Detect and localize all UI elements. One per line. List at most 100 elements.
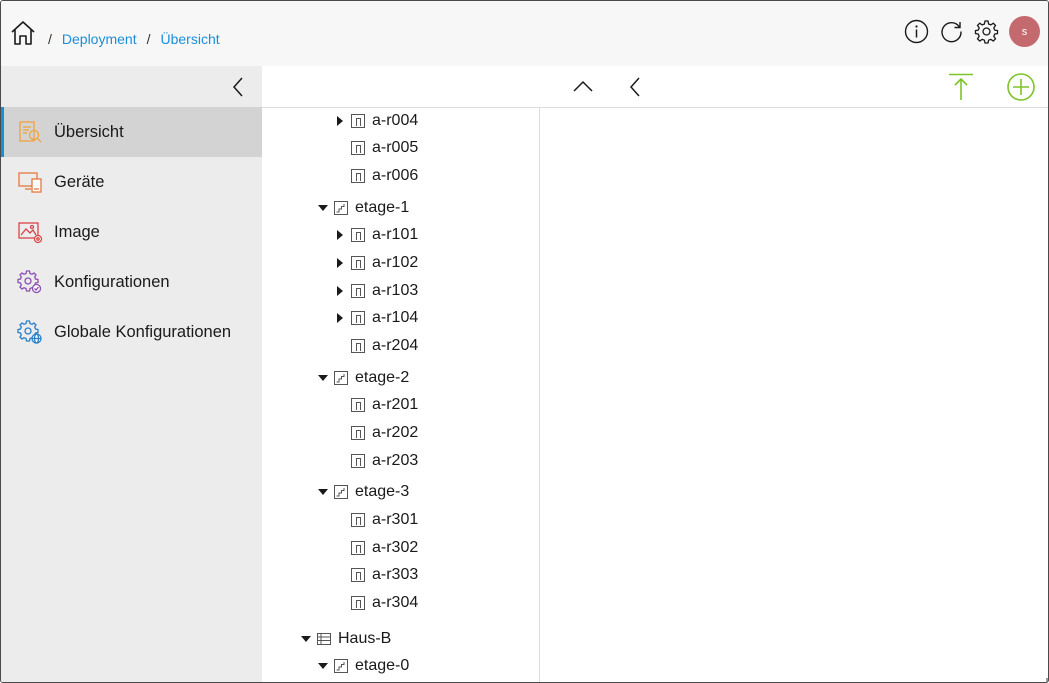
tree-node-room[interactable]: a-r302 xyxy=(333,536,418,560)
tree-node-label: Haus-B xyxy=(338,630,392,647)
room-icon xyxy=(350,255,366,271)
breadcrumb-deployment[interactable]: Deployment xyxy=(62,31,137,47)
breadcrumb: / Deployment / Übersicht xyxy=(48,31,230,47)
sidebar-nav: Übersicht Geräte Image Konfigurationen G… xyxy=(1,107,262,357)
info-icon[interactable] xyxy=(904,19,929,44)
tree-node-room[interactable]: a-r202 xyxy=(333,421,418,445)
tree-node-label: etage-1 xyxy=(355,199,410,216)
caret-spacer xyxy=(333,568,347,582)
sidebar-item-geraete[interactable]: Geräte xyxy=(1,157,262,207)
user-avatar[interactable]: s xyxy=(1009,16,1040,47)
sidebar-item-label: Globale Konfigurationen xyxy=(54,322,232,341)
chevron-left-icon[interactable] xyxy=(625,74,645,105)
tree-node-room[interactable]: a-r104 xyxy=(333,306,418,330)
tree-node-floor[interactable]: etage-2 xyxy=(316,366,409,390)
room-icon xyxy=(350,425,366,441)
home-icon[interactable] xyxy=(9,19,37,47)
caret-spacer xyxy=(333,513,347,527)
room-icon xyxy=(350,512,366,528)
sidebar-item-globale-konfigurationen[interactable]: Globale Konfigurationen xyxy=(1,307,262,357)
caret-spacer xyxy=(333,454,347,468)
room-icon xyxy=(350,595,366,611)
tree-node-label: a-r303 xyxy=(372,566,419,583)
room-icon xyxy=(350,310,366,326)
tree-node-label: a-r304 xyxy=(372,594,419,611)
tree-node-label: a-r201 xyxy=(372,396,419,413)
caret-spacer xyxy=(333,339,347,353)
caret-spacer xyxy=(333,541,347,555)
sidebar-item-label: Image xyxy=(54,222,100,241)
tree-node-floor[interactable]: etage-3 xyxy=(316,480,409,504)
chevron-up-icon[interactable] xyxy=(571,75,595,104)
tree-node-floor[interactable]: etage-1 xyxy=(316,196,409,220)
refresh-icon[interactable] xyxy=(939,19,964,44)
devices-icon xyxy=(17,169,43,195)
add-circle-icon[interactable] xyxy=(1006,72,1036,107)
floor-icon xyxy=(333,200,349,216)
sidebar-item-uebersicht[interactable]: Übersicht xyxy=(1,107,262,157)
collapse-caret-down-icon[interactable] xyxy=(316,201,330,215)
room-icon xyxy=(350,140,366,156)
caret-spacer xyxy=(333,398,347,412)
expand-caret-right-icon[interactable] xyxy=(333,284,347,298)
tree-node-label: etage-2 xyxy=(355,369,410,386)
tree-node-label: etage-0 xyxy=(355,657,410,674)
tree-node-room[interactable]: a-r304 xyxy=(333,591,418,615)
tree-node-label: a-r006 xyxy=(372,167,419,184)
expand-caret-right-icon[interactable] xyxy=(333,228,347,242)
tree-node-floor[interactable]: etage-0 xyxy=(316,654,409,678)
top-bar: / Deployment / Übersicht s xyxy=(1,1,1048,66)
sidebar: Übersicht Geräte Image Konfigurationen G… xyxy=(1,66,262,682)
expand-caret-right-icon[interactable] xyxy=(333,114,347,128)
sidebar-item-konfigurationen[interactable]: Konfigurationen xyxy=(1,257,262,307)
tree-node-room[interactable]: a-r006 xyxy=(333,164,418,188)
tree-node-room[interactable]: a-r203 xyxy=(333,449,418,473)
caret-spacer xyxy=(333,169,347,183)
room-icon xyxy=(350,397,366,413)
tree-node-label: a-r202 xyxy=(372,424,419,441)
top-actions: s xyxy=(904,16,1040,47)
breadcrumb-separator: / xyxy=(146,31,151,47)
tree-node-room[interactable]: a-r301 xyxy=(333,508,418,532)
tree-node-room[interactable]: a-r201 xyxy=(333,393,418,417)
collapse-caret-down-icon[interactable] xyxy=(299,632,313,646)
sidebar-item-label: Übersicht xyxy=(54,122,124,141)
content-toolbar xyxy=(262,66,1048,108)
room-icon xyxy=(350,168,366,184)
tree-node-label: a-r102 xyxy=(372,254,419,271)
location-tree: a-r004 a-r005 a-r006 etage-1 a-r101 a-r102 a-r… xyxy=(262,108,540,682)
collapse-caret-down-icon[interactable] xyxy=(316,371,330,385)
room-icon xyxy=(350,227,366,243)
tree-node-room[interactable]: a-r005 xyxy=(333,136,418,160)
breadcrumb-uebersicht[interactable]: Übersicht xyxy=(160,31,219,47)
tree-node-room[interactable]: a-r303 xyxy=(333,563,418,587)
caret-spacer xyxy=(333,596,347,610)
tree-node-label: a-r204 xyxy=(372,337,419,354)
resize-handle-icon[interactable] xyxy=(1038,672,1048,682)
room-icon xyxy=(350,453,366,469)
gear-icon[interactable] xyxy=(974,19,999,44)
sidebar-collapse-chevron-left-icon[interactable] xyxy=(228,74,248,100)
tree-node-room[interactable]: a-r102 xyxy=(333,251,418,275)
collapse-caret-down-icon[interactable] xyxy=(316,659,330,673)
tree-node-label: etage-3 xyxy=(355,483,410,500)
upload-arrow-icon[interactable] xyxy=(946,72,976,107)
sidebar-item-label: Konfigurationen xyxy=(54,272,170,291)
tree-node-room[interactable]: a-r004 xyxy=(333,109,418,133)
tree-node-room[interactable]: a-r101 xyxy=(333,223,418,247)
tree-node-label: a-r302 xyxy=(372,539,419,556)
tree-node-label: a-r004 xyxy=(372,112,419,129)
tree-node-room[interactable]: a-r204 xyxy=(333,334,418,358)
tree-node-room[interactable]: a-r103 xyxy=(333,279,418,303)
breadcrumb-separator: / xyxy=(48,31,52,47)
collapse-caret-down-icon[interactable] xyxy=(316,485,330,499)
tree-node-label: a-r101 xyxy=(372,226,419,243)
tree-node-building[interactable]: Haus-B xyxy=(299,627,391,651)
overview-icon xyxy=(17,119,43,145)
expand-caret-right-icon[interactable] xyxy=(333,256,347,270)
tree-node-label: a-r203 xyxy=(372,452,419,469)
sidebar-item-image[interactable]: Image xyxy=(1,207,262,257)
expand-caret-right-icon[interactable] xyxy=(333,311,347,325)
floor-icon xyxy=(333,370,349,386)
app-window: / Deployment / Übersicht s Übersicht Ger… xyxy=(0,0,1049,683)
